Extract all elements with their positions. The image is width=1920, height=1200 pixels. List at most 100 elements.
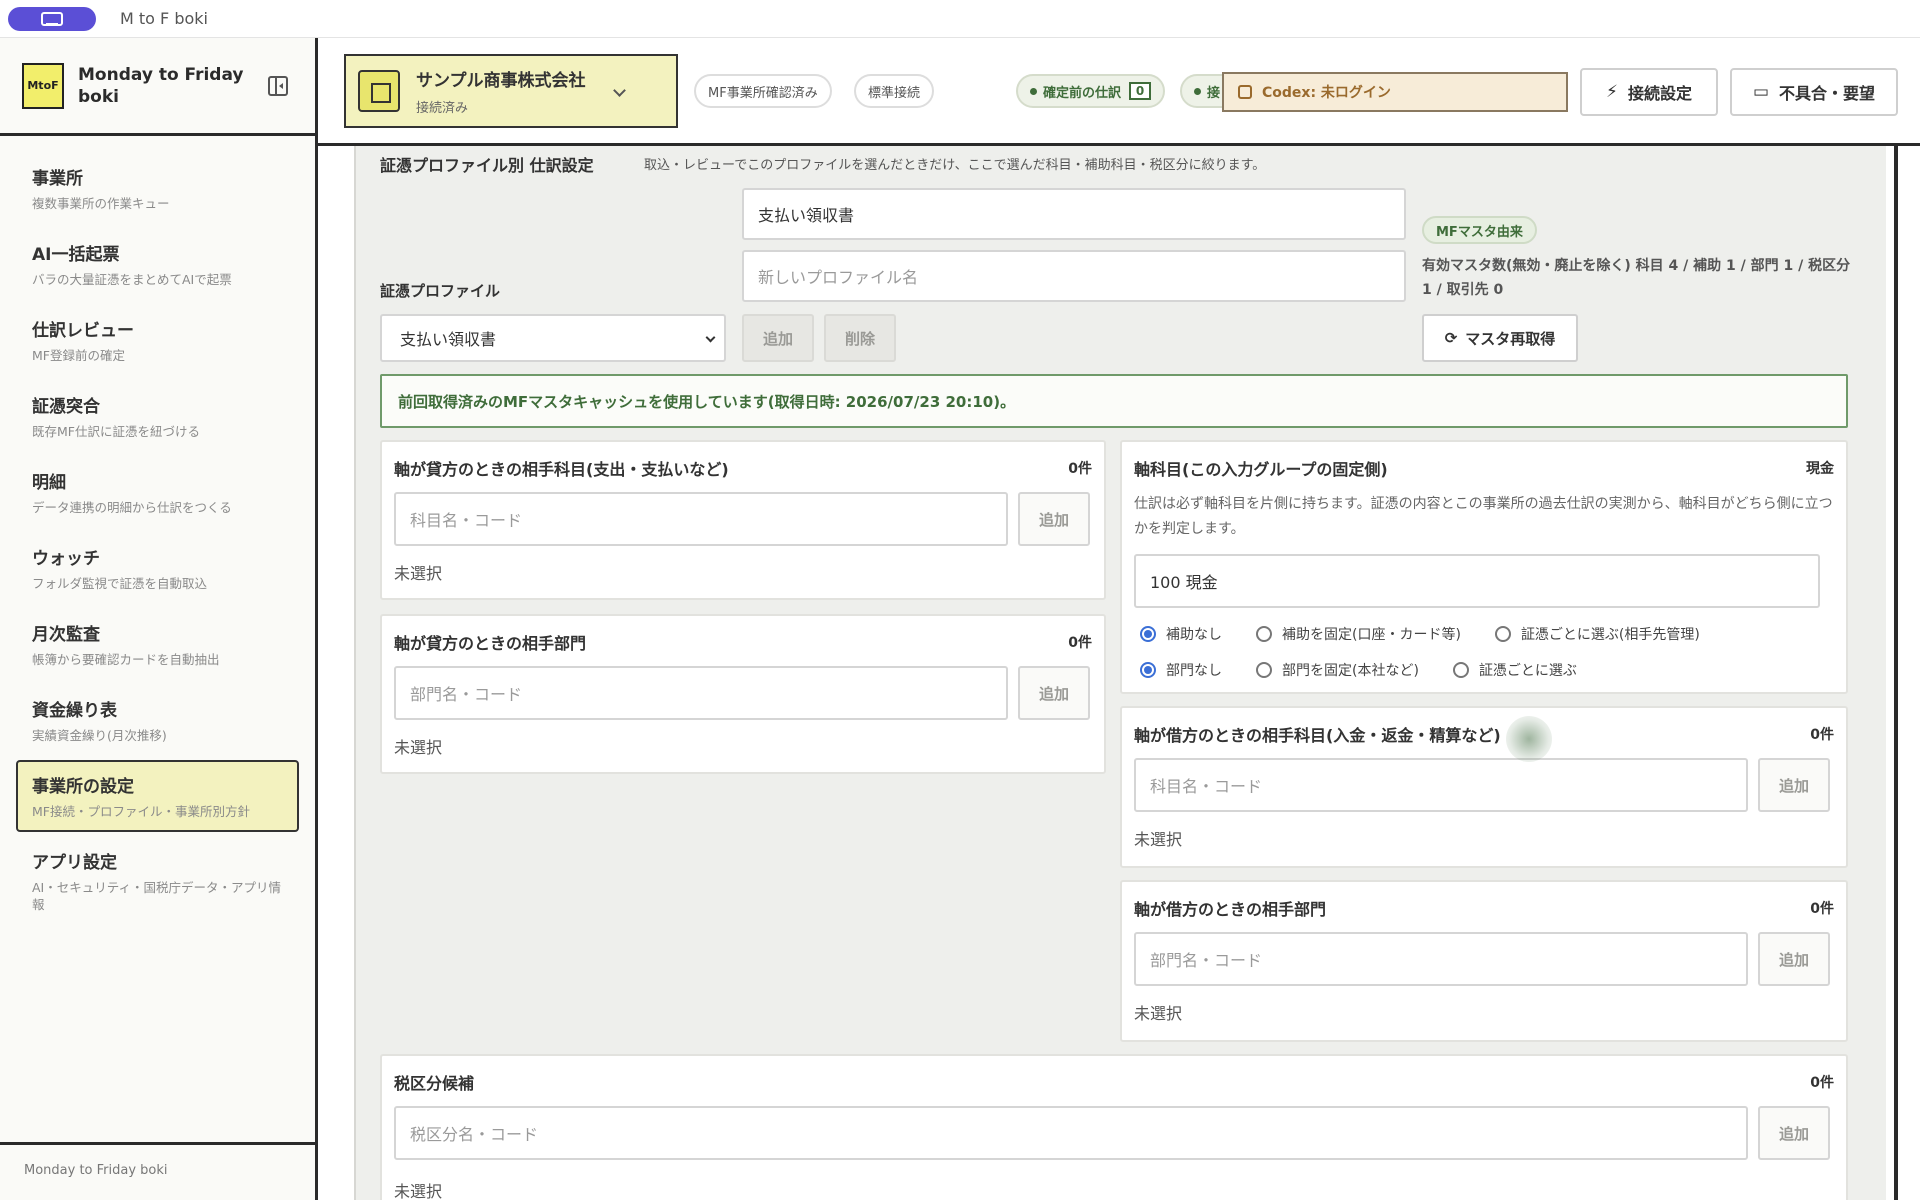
connection-settings-label: 接続設定	[1627, 84, 1692, 103]
card-count: 0件	[1810, 901, 1834, 917]
credit-account-input[interactable]: 科目名・コード	[394, 492, 1008, 546]
sidebar-item-journal-review[interactable]: 仕訳レビュー MF登録前の確定	[16, 304, 299, 376]
debit-dept-input[interactable]: 部門名・コード	[1134, 932, 1748, 986]
sidebar-item-label: 事業所	[32, 169, 83, 189]
status-dot-icon	[1194, 87, 1201, 95]
card-title: 軸科目(この入力グループの固定側)	[1134, 460, 1388, 479]
sidebar-item-ai-bulk[interactable]: AI一括起票 バラの大量証憑をまとめてAIで起票	[16, 228, 299, 300]
screen-icon	[41, 11, 63, 26]
sidebar-item-sub: バラの大量証憑をまとめてAIで起票	[32, 272, 232, 287]
sidebar-item-sub: MF接続・プロファイル・事業所別方針	[32, 804, 250, 819]
master-stats: 有効マスタ数(無効・廃止を除く) 科目 4 / 補助 1 / 部門 1 / 税区…	[1422, 258, 1851, 298]
brand-name: Monday to Friday boki	[78, 64, 244, 107]
radio-fixed-sub[interactable]: 補助を固定(口座・カード等)	[1256, 624, 1461, 644]
radio-icon	[1256, 626, 1272, 642]
sidebar-item-watch[interactable]: ウォッチ フォルダ監視で証憑を自動取込	[16, 532, 299, 604]
credit-dept-input[interactable]: 部門名・コード	[394, 666, 1008, 720]
refresh-icon: ⟳	[1444, 329, 1458, 347]
credit-account-add-button[interactable]: 追加	[1018, 492, 1090, 546]
tax-category-card: 税区分候補 0件 税区分名・コード 追加 未選択	[380, 1054, 1848, 1200]
radio-fixed-dept[interactable]: 部門を固定(本社など)	[1256, 660, 1419, 680]
radio-label: 補助を固定(口座・カード等)	[1282, 627, 1461, 643]
add-profile-button[interactable]: 追加	[742, 314, 814, 362]
codex-login-status[interactable]: Codex: 未ログイン	[1222, 72, 1568, 112]
radio-per-voucher-sub[interactable]: 証憑ごとに選ぶ(相手先管理)	[1494, 624, 1700, 644]
card-count: 0件	[1810, 1075, 1834, 1091]
radio-icon	[1494, 626, 1511, 642]
axis-account-input[interactable]: 100 現金	[1134, 554, 1820, 608]
app-logo: MtoF	[22, 62, 64, 109]
card-count: 0件	[1068, 635, 1092, 651]
credit-account-status: 未選択	[394, 564, 443, 583]
chevron-down-icon	[613, 84, 626, 97]
sidebar-item-sub: 実績資金繰り(月次推移)	[32, 728, 167, 743]
sidebar-item-sub: 既存MF仕訳に証憑を紐づける	[32, 424, 200, 439]
profile-name-input[interactable]: 支払い領収書	[742, 188, 1406, 240]
credit-account-card: 軸が貸方のときの相手科目(支出・支払いなど) 0件 科目名・コード 追加 未選択	[380, 440, 1106, 600]
pending-journal-count: 0	[1129, 82, 1152, 100]
card-title: 軸が貸方のときの相手部門	[394, 634, 587, 653]
feedback-button[interactable]: ▭ 不具合・要望	[1730, 68, 1898, 116]
radio-label: 部門を固定(本社など)	[1282, 663, 1419, 679]
company-status: 接続済み	[416, 101, 469, 116]
partial-status-label: 接	[1207, 85, 1221, 101]
debit-dept-card: 軸が借方のときの相手部門 0件 部門名・コード 追加 未選択	[1120, 880, 1848, 1042]
debit-account-input[interactable]: 科目名・コード	[1134, 758, 1748, 812]
sidebar-item-label: 証憑突合	[32, 397, 100, 417]
sidebar-item-sub: AI・セキュリティ・国税庁データ・アプリ情報	[32, 880, 281, 912]
credit-dept-add-button[interactable]: 追加	[1018, 666, 1090, 720]
card-count: 0件	[1810, 727, 1834, 743]
chevron-down-icon	[705, 332, 716, 343]
pending-journal-chip[interactable]: 確定前の仕訳 0	[1016, 74, 1166, 108]
company-switcher[interactable]: サンプル商事株式会社 接続済み	[344, 54, 678, 128]
sidebar-nav: 事業所 複数事業所の作業キュー AI一括起票 バラの大量証憑をまとめてAIで起票…	[0, 136, 315, 912]
app-switcher-button[interactable]	[8, 6, 96, 31]
sidebar-item-cashflow[interactable]: 資金繰り表 実績資金繰り(月次推移)	[16, 684, 299, 756]
tax-category-add-button[interactable]: 追加	[1758, 1106, 1830, 1160]
radio-no-dept[interactable]: 部門なし	[1140, 660, 1222, 680]
sidebar-item-label: 月次監査	[32, 625, 100, 645]
axis-description: 仕訳は必ず軸科目を片側に持ちます。証憑の内容とこの事業所の過去仕訳の実測から、軸…	[1134, 496, 1833, 537]
profile-select[interactable]: 支払い領収書	[380, 314, 726, 362]
radio-no-sub[interactable]: 補助なし	[1140, 624, 1222, 644]
radio-selected-icon	[1140, 662, 1156, 678]
sidebar-item-statements[interactable]: 明細 データ連携の明細から仕訳をつくる	[16, 456, 299, 528]
sidebar-item-matching[interactable]: 証憑突合 既存MF仕訳に証憑を紐づける	[16, 380, 299, 452]
sidebar-item-label: AI一括起票	[32, 245, 120, 265]
refetch-master-button[interactable]: ⟳ マスタ再取得	[1422, 314, 1578, 362]
sidebar-item-label: 事業所の設定	[32, 777, 134, 797]
profile-select-value: 支払い領収書	[400, 330, 497, 349]
card-title: 軸が借方のときの相手科目(入金・返金・精算など)	[1134, 726, 1501, 745]
debit-account-add-button[interactable]: 追加	[1758, 758, 1830, 812]
sub-account-options: 補助なし 補助を固定(口座・カード等) 証憑ごとに選ぶ(相手先管理)	[1140, 624, 1734, 644]
sidebar-collapse-icon[interactable]	[268, 76, 288, 96]
card-count: 0件	[1068, 461, 1092, 477]
sidebar-item-office-settings[interactable]: 事業所の設定 MF接続・プロファイル・事業所別方針	[16, 760, 299, 832]
sidebar-item-app-settings[interactable]: アプリ設定 AI・セキュリティ・国税庁データ・アプリ情報	[16, 836, 299, 912]
sidebar-item-monthly-audit[interactable]: 月次監査 帳簿から要確認カードを自動抽出	[16, 608, 299, 680]
debit-dept-add-button[interactable]: 追加	[1758, 932, 1830, 986]
sidebar-item-sub: 帳簿から要確認カードを自動抽出	[32, 652, 220, 667]
delete-profile-button[interactable]: 削除	[824, 314, 896, 362]
sidebar-item-sub: データ連携の明細から仕訳をつくる	[32, 500, 232, 515]
main-content: 証憑プロファイル別 仕訳設定 取込・レビューでこのプロファイルを選んだときだけ、…	[318, 146, 1920, 1200]
sidebar-item-offices[interactable]: 事業所 複数事業所の作業キュー	[16, 152, 299, 224]
tax-category-status: 未選択	[394, 1182, 443, 1200]
radio-selected-icon	[1140, 626, 1156, 642]
radio-per-voucher-dept[interactable]: 証憑ごとに選ぶ	[1452, 660, 1577, 680]
cache-notice: 前回取得済みのMFマスタキャッシュを使用しています(取得日時: 2026/07/…	[380, 374, 1848, 428]
sidebar-item-label: ウォッチ	[32, 549, 100, 569]
radio-icon	[1256, 662, 1272, 678]
debit-account-card: 軸が借方のときの相手科目(入金・返金・精算など) 0件 科目名・コード 追加 未…	[1120, 706, 1848, 868]
panel-divider	[1894, 146, 1898, 1200]
section-title: 証憑プロファイル別 仕訳設定	[380, 156, 594, 175]
connection-settings-button[interactable]: ⚡ 接続設定	[1580, 68, 1718, 116]
status-dot-icon	[1030, 87, 1037, 95]
radio-icon	[1452, 662, 1469, 678]
new-profile-input[interactable]: 新しいプロファイル名	[742, 250, 1406, 302]
codex-status-text: Codex: 未ログイン	[1262, 85, 1391, 101]
tax-category-input[interactable]: 税区分名・コード	[394, 1106, 1748, 1160]
window-titlebar: M to F boki	[0, 0, 1920, 38]
sidebar-item-sub: フォルダ監視で証憑を自動取込	[32, 576, 208, 591]
card-title: 税区分候補	[394, 1074, 475, 1093]
